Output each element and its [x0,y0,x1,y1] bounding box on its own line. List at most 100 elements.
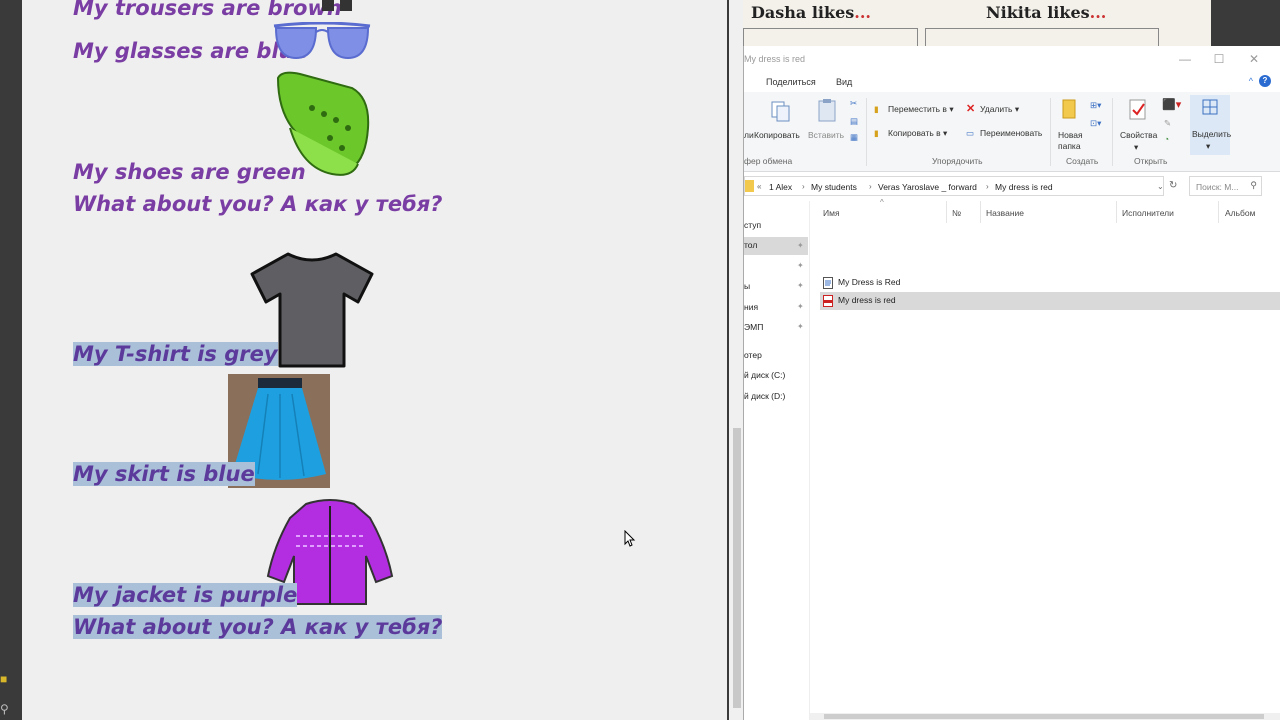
horizontal-scrollbar[interactable] [810,713,1280,720]
chevron-down-icon[interactable]: ▾ [1134,142,1138,153]
ribbon-tabs: Поделиться Вид ^ ? [744,72,1280,92]
delete-button[interactable]: Удалить ▾ [980,104,1019,115]
sticky-note-icon[interactable]: ■ [0,672,14,686]
close-button[interactable]: ✕ [1239,50,1269,68]
file-name: My dress is red [838,295,896,305]
doc-line-highlighted: My T-shirt is grey [73,342,278,366]
file-row-selected[interactable]: My dress is red [820,292,1280,310]
column-header-artists[interactable]: Исполнители [1122,208,1174,218]
column-header-name[interactable]: Имя [823,208,840,218]
properties-button[interactable]: Свойства [1120,130,1157,140]
column-divider[interactable] [946,201,947,223]
paste-shortcut-icon[interactable]: ▦ [850,132,858,143]
pin-icon[interactable]: ✦ [797,261,804,270]
new-item-icon[interactable]: ⊞▾ [1090,100,1101,111]
move-to-icon: ▮ [874,104,879,114]
organize-group-label: Упорядочить [932,156,983,166]
nav-item[interactable]: тол [744,240,757,250]
select-button[interactable]: Выделить ▾ [1190,95,1231,155]
new-folder-label-2[interactable]: папка [1058,141,1081,151]
select-grid-icon [1202,99,1218,115]
open-group-label: Открыть [1134,156,1168,166]
copy-to-button[interactable]: Копировать в ▾ [888,128,947,139]
breadcrumb-separator-icon[interactable]: › [869,182,872,191]
navigation-pane[interactable]: ступ тол ✦ ✦ ы ✦ ния ✦ ЭМП ✦ отер й диск… [744,201,810,720]
column-header-album[interactable]: Альбом [1225,208,1256,218]
minimize-button[interactable]: — [1170,50,1200,68]
copy-path-icon[interactable]: ▤ [850,116,858,127]
refresh-icon[interactable]: ↻ [1169,180,1177,191]
create-group-label: Создать [1066,156,1099,166]
nav-item[interactable]: ЭМП [744,322,763,332]
nav-item[interactable]: отер [744,350,762,360]
nav-item[interactable]: й диск (C:) [744,370,785,380]
breadcrumb-item[interactable]: 1 Alex [769,182,792,192]
rename-button[interactable]: Переименовать [980,128,1042,138]
document-scrollbar[interactable] [727,0,743,720]
background-book-page: Dasha likes... Nikita likes... [743,0,1211,52]
document-file-icon [823,277,833,289]
copy-button[interactable]: Копировать [754,130,800,140]
nav-item[interactable]: ступ [744,220,761,230]
copy-icon[interactable] [770,100,792,124]
properties-icon[interactable] [1128,98,1148,122]
file-list[interactable]: ^ Имя № Название Исполнители Альбом My D… [810,198,1280,720]
search-input[interactable]: Поиск: M... ⚲ [1189,176,1262,196]
book-left-title: Dasha likes... [751,3,871,22]
pin-icon[interactable]: ✦ [797,281,804,290]
ribbon-separator [1050,98,1051,166]
tab-share[interactable]: Поделиться [766,77,816,87]
pin-icon[interactable]: ✦ [797,241,804,250]
address-bar-row: « 1 Alex › My students › Veras Yaroslave… [744,176,1280,196]
column-header-title[interactable]: Название [986,208,1024,218]
column-header-number[interactable]: № [952,208,961,218]
ribbon-separator [866,98,867,166]
delete-icon: ✕ [966,103,976,115]
mouse-cursor-icon [624,530,636,547]
scrollbar-thumb[interactable] [824,714,1264,719]
tab-view[interactable]: Вид [836,77,852,87]
chevron-up-icon[interactable]: ^ [1249,76,1253,86]
breadcrumb-overflow-icon[interactable]: « [757,182,761,191]
help-icon[interactable]: ? [1259,75,1271,87]
history-icon[interactable]: ◔ [1164,134,1169,144]
breadcrumb-separator-icon[interactable]: › [802,182,805,191]
nav-item[interactable]: й диск (D:) [744,391,785,401]
pdf-file-icon [823,295,833,307]
paste-button[interactable]: Вставить [808,130,844,140]
copy-path-label[interactable]: ли [744,130,754,140]
book-right-title: Nikita likes... [986,3,1107,22]
file-explorer-window[interactable]: My dress is red — ☐ ✕ Поделиться Вид ^ ?… [743,46,1280,720]
pin-icon[interactable]: ✦ [797,302,804,311]
breadcrumb-separator-icon[interactable]: › [986,182,989,191]
chevron-down-icon: ▾ [1206,141,1211,151]
edit-icon[interactable]: ✎ [1164,118,1171,129]
move-to-button[interactable]: Переместить в ▾ [888,104,954,115]
nav-item[interactable]: ы [744,281,750,291]
paste-icon[interactable] [816,98,838,124]
attachment-icon[interactable]: ⚲ [0,702,14,716]
scrollbar-thumb[interactable] [733,428,741,708]
breadcrumb-item[interactable]: Veras Yaroslave _ forward [878,182,977,192]
search-icon: ⚲ [1250,180,1257,190]
column-divider[interactable] [980,201,981,223]
column-divider[interactable] [1116,201,1117,223]
breadcrumb-item[interactable]: My students [811,182,857,192]
clipboard-group-label: фер обмена [744,156,793,166]
pdf-open-icon[interactable]: ⬛▾ [1162,98,1181,111]
address-bar[interactable]: « 1 Alex › My students › Veras Yaroslave… [744,176,1164,196]
pin-icon[interactable]: ✦ [797,322,804,331]
cut-icon[interactable]: ✂ [850,98,857,109]
new-folder-label-1[interactable]: Новая [1058,130,1083,140]
new-folder-icon[interactable] [1062,98,1078,120]
maximize-button[interactable]: ☐ [1204,50,1234,68]
chevron-down-icon[interactable]: ⌄ [1157,182,1164,191]
window-title: My dress is red [744,54,806,64]
explorer-title-bar[interactable]: My dress is red — ☐ ✕ [744,46,1280,72]
column-divider[interactable] [1218,201,1219,223]
breadcrumb-item[interactable]: My dress is red [995,182,1053,192]
nav-item[interactable]: ния [744,302,758,312]
easy-access-icon[interactable]: ⊡▾ [1090,118,1101,129]
file-row[interactable]: My Dress is Red [820,274,1280,292]
document-page[interactable]: My trousers are brown My glasses are blu… [22,0,727,720]
